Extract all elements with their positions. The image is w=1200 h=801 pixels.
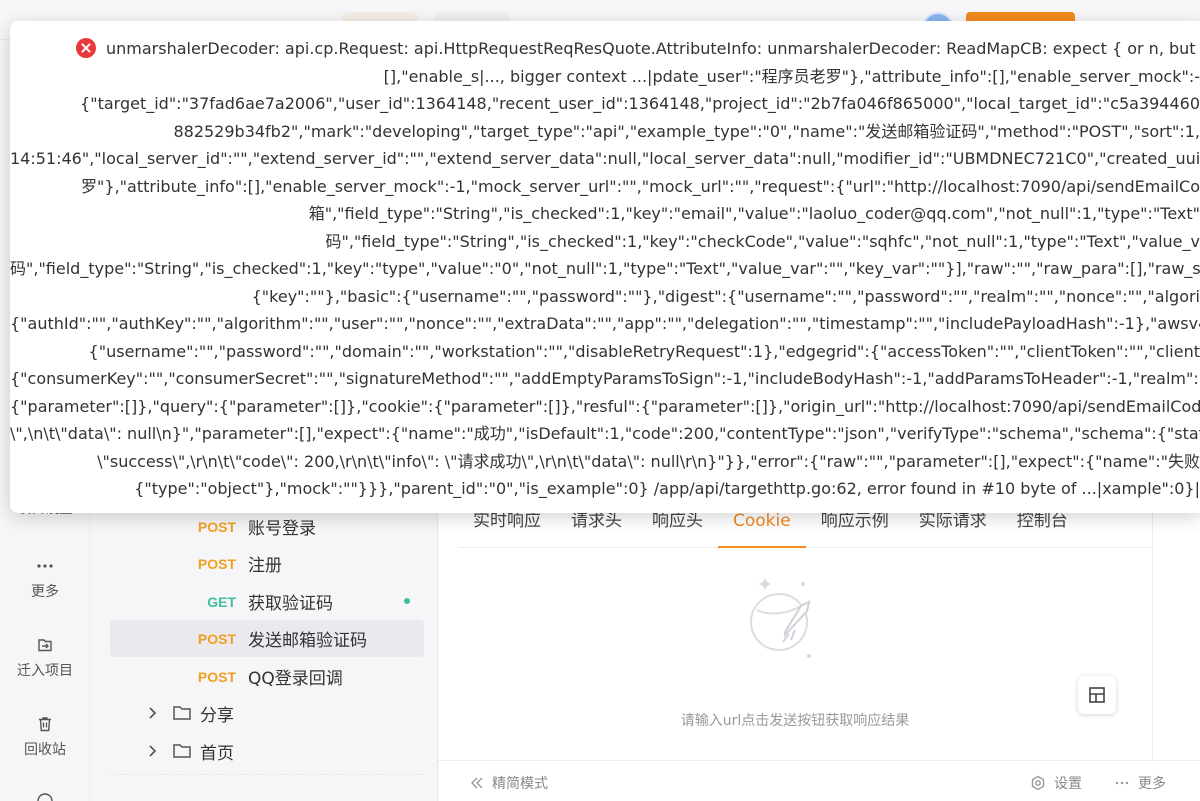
empty-state-text: 请输入url点击发送按钮获取响应结果 [680,713,910,729]
error-line: 罗"},"attribute_info":[],"enable_server_m… [81,176,1200,196]
rail-item-trash[interactable]: 回收站 [0,715,90,759]
endpoint-name: 发送邮箱验证码 [248,631,367,651]
folder-icon [173,706,191,720]
tree-folder[interactable]: 分享 [144,695,234,731]
double-chevron-left-icon [471,777,483,789]
error-message: unmarshalerDecoder: api.cp.Request: api.… [10,35,1200,503]
endpoint-name: QQ登录回调 [248,669,343,689]
method-badge: POST [197,555,236,572]
import-icon [38,639,52,652]
error-toast: unmarshalerDecoder: api.cp.Request: api.… [10,21,1200,513]
more-label: 更多 [1138,776,1166,792]
layout-toggle-button[interactable] [1078,676,1116,714]
chevron-right-icon[interactable] [144,742,162,760]
rocket-planet-illustration [750,578,811,658]
tree-folder[interactable]: 首页 [144,733,234,769]
tree-item-endpoint[interactable]: POST 账号登录 [110,508,424,545]
error-line: unmarshalerDecoder: api.cp.Request: api.… [106,39,1200,58]
tree-divider [110,774,424,775]
rail-item-label: 回收站 [24,742,66,758]
error-line: {"key":""},"basic":{"username":"","passw… [251,286,1200,306]
error-line: {"authId":"","authKey":"","algorithm":""… [10,314,1200,333]
trash-icon [39,717,51,732]
more-button[interactable]: 更多 [1114,773,1166,793]
folder-name: 分享 [200,705,234,726]
tree-item-endpoint-selected[interactable]: POST 发送邮箱验证码 [110,620,424,657]
help-icon [37,793,53,801]
error-line: {"parameter":[]},"query":{"parameter":[]… [10,396,1200,416]
more-dots-icon [1115,781,1129,785]
error-line: \",\n\t\"data\": null\n}","parameter":[]… [10,424,1200,443]
error-line: {"consumerKey":"","consumerSecret":"","s… [10,369,1200,388]
rail-item-help[interactable] [0,792,90,801]
tree-item-endpoint[interactable]: GET 获取验证码 [110,583,424,620]
settings-icon [1031,775,1045,791]
endpoint-name: 获取验证码 [248,594,333,614]
error-line: \"success\",\r\n\t\"code\": 200,\r\n\t\"… [97,451,1200,471]
error-line: 882529b34fb2","mark":"developing","targe… [173,121,1200,141]
endpoint-name: 注册 [248,556,282,576]
rail-item-label: 迁入项目 [17,663,73,679]
error-line: 码","field_type":"String","is_checked":1,… [10,259,1200,278]
method-badge: POST [197,668,236,685]
simple-mode-toggle[interactable]: 精简模式 [470,773,548,793]
settings-button[interactable]: 设置 [1030,773,1082,793]
rail-item-import[interactable]: 迁入项目 [0,636,90,680]
error-line: {"type":"object"},"mock":""}}},"parent_i… [134,479,1200,498]
simple-mode-label: 精简模式 [492,776,548,792]
unsaved-dot [404,598,410,604]
error-line: 码","field_type":"String","is_checked":1,… [325,231,1200,251]
rail-item-label: 更多 [31,584,59,600]
endpoint-name: 账号登录 [248,519,316,539]
error-line: {"target_id":"37fad6ae7a2006","user_id":… [80,94,1200,113]
more-dots-icon [37,564,53,568]
chevron-right-icon[interactable] [144,704,162,722]
rail-item-more[interactable]: 更多 [0,557,90,601]
folder-name: 首页 [200,743,234,764]
tree-item-endpoint[interactable]: POST 注册 [110,545,424,582]
layout-icon [1089,687,1105,703]
error-line: 14:51:46","local_server_id":"","extend_s… [10,149,1200,168]
method-badge: GET [207,593,236,610]
settings-label: 设置 [1054,776,1082,792]
status-bar: 精简模式 设置 更多 [438,760,1200,801]
error-line: [],"enable_s|..., bigger context ...|pda… [383,66,1200,86]
error-line: {"username":"","password":"","domain":""… [88,341,1200,361]
error-line: 箱","field_type":"String","is_checked":1,… [308,204,1200,223]
folder-icon [173,744,191,758]
method-badge: POST [197,518,236,535]
method-badge: POST [197,630,236,647]
tree-item-endpoint[interactable]: POST QQ登录回调 [110,658,424,695]
